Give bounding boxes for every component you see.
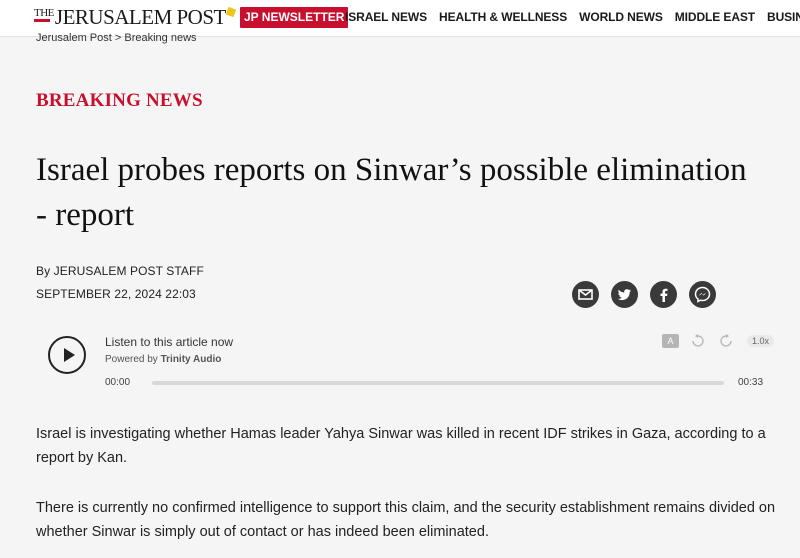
nav-business[interactable]: BUSINESS & IN	[767, 0, 800, 36]
site-logo[interactable]: THEJERUSALEM POST	[34, 5, 236, 30]
article-headline: Israel probes reports on Sinwar’s possib…	[36, 152, 747, 233]
powered-brand[interactable]: Trinity Audio	[161, 354, 222, 365]
forward-icon[interactable]	[719, 334, 735, 348]
twitter-icon[interactable]	[611, 281, 638, 308]
breadcrumb-separator: >	[114, 32, 122, 44]
breadcrumb: Jerusalem Post > Breaking news	[36, 32, 197, 46]
article-byline[interactable]: By JERUSALEM POST STAFF	[36, 264, 204, 278]
nav-world-news[interactable]: WORLD NEWS	[579, 0, 663, 36]
audio-player: Listen to this article now Powered by Tr…	[36, 326, 776, 396]
newsletter-button[interactable]: JP NEWSLETTER	[240, 7, 349, 28]
nav-health-wellness[interactable]: HEALTH & WELLNESS	[439, 0, 567, 36]
translate-icon[interactable]: A	[662, 334, 679, 348]
player-controls: A 1.0x	[662, 334, 775, 348]
article-paragraph: There is currently no confirmed intellig…	[36, 500, 776, 540]
nav-middle-east[interactable]: MIDDLE EAST	[675, 0, 755, 36]
powered-prefix: Powered by	[105, 354, 158, 365]
listen-label: Listen to this article now	[105, 335, 234, 349]
logo-accent-bar	[34, 19, 50, 22]
logo-text: JERUSALEM POST	[54, 5, 226, 29]
rewind-icon[interactable]	[691, 334, 707, 348]
main-nav: ISRAEL NEWS HEALTH & WELLNESS WORLD NEWS…	[345, 0, 800, 36]
time-total: 00:33	[738, 377, 764, 388]
nav-israel-news[interactable]: ISRAEL NEWS	[345, 0, 427, 36]
facebook-icon[interactable]	[650, 281, 677, 308]
breadcrumb-home[interactable]: Jerusalem Post	[36, 32, 112, 44]
logo-star-icon	[225, 6, 236, 18]
play-button[interactable]	[48, 336, 86, 374]
section-label[interactable]: BREAKING NEWS	[36, 90, 203, 112]
article-date: SEPTEMBER 22, 2024 22:03	[36, 287, 196, 301]
messenger-icon[interactable]	[689, 281, 716, 308]
breadcrumb-current[interactable]: Breaking news	[124, 32, 196, 44]
speed-button[interactable]: 1.0x	[747, 335, 775, 347]
logo-the: THE	[34, 7, 54, 19]
time-elapsed: 00:00	[105, 377, 131, 388]
email-icon[interactable]	[572, 281, 599, 308]
powered-by: Powered by Trinity Audio	[105, 354, 221, 365]
progress-bar[interactable]	[152, 381, 724, 385]
share-bar	[572, 281, 728, 308]
article-paragraph: Israel is investigating whether Hamas le…	[36, 426, 766, 466]
